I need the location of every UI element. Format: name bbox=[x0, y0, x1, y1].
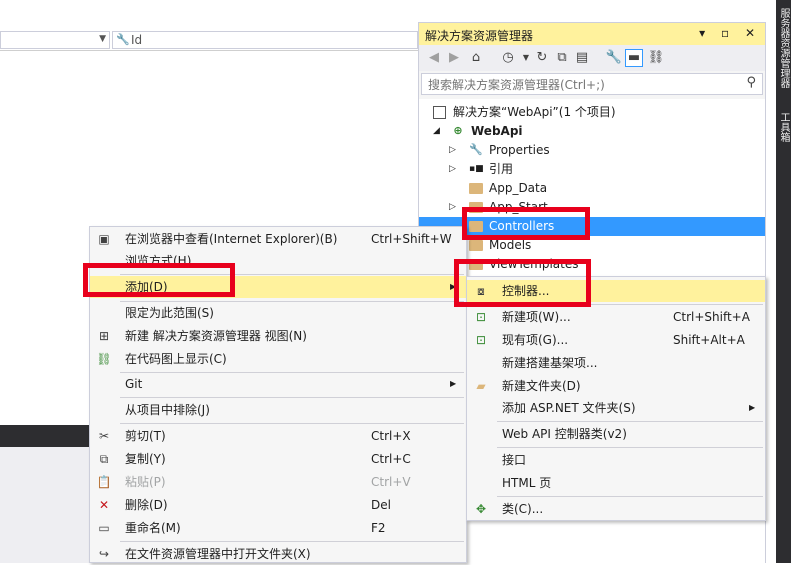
menu-separator bbox=[497, 496, 763, 497]
wrench-icon: 🔧 bbox=[469, 143, 483, 156]
menu-item-show-on-code-map[interactable]: ⛓ 在代码图上显示(C) bbox=[90, 348, 466, 370]
server-explorer-tab[interactable]: 服务器资源管理器 bbox=[778, 8, 789, 88]
submenu-arrow-icon: ▶ bbox=[450, 379, 457, 388]
menu-item-scope-to-this[interactable]: 限定为此范围(S) bbox=[90, 302, 466, 324]
paste-icon: 📋 bbox=[96, 475, 112, 489]
wrench-icon: 🔧 bbox=[116, 33, 130, 46]
references-icon: ▪■ bbox=[469, 164, 484, 174]
open-folder-icon: ↪ bbox=[98, 547, 110, 561]
new-item-icon: ⊡ bbox=[475, 310, 487, 324]
submenu-item-class[interactable]: ✥ 类(C)... bbox=[467, 498, 765, 520]
submenu-item-html-page[interactable]: HTML 页 bbox=[467, 472, 765, 494]
properties-id-field[interactable]: 🔧 Id bbox=[112, 31, 418, 49]
menu-separator bbox=[497, 447, 763, 448]
tree-item-app-data[interactable]: App_Data bbox=[419, 179, 765, 198]
window-buttons[interactable]: ▾ ▫ ✕ bbox=[699, 26, 761, 40]
new-folder-icon: ▰ bbox=[476, 379, 486, 393]
expand-arrow-icon[interactable]: ▷ bbox=[449, 141, 456, 160]
rename-icon: ▭ bbox=[98, 521, 110, 535]
forward-icon[interactable]: ▶ bbox=[445, 49, 463, 67]
menu-item-new-se-view[interactable]: ⊞ 新建 解决方案资源管理器 视图(N) bbox=[90, 325, 466, 347]
properties-object-combo[interactable]: ▼ bbox=[0, 31, 110, 49]
class-icon: ✥ bbox=[475, 502, 487, 516]
menu-separator bbox=[120, 397, 464, 398]
submenu-item-interface[interactable]: 接口 bbox=[467, 449, 765, 471]
tree-item-solution[interactable]: 解决方案“WebApi”(1 个项目) bbox=[419, 103, 765, 122]
menu-item-delete[interactable]: ✕ 删除(D) Del bbox=[90, 494, 466, 516]
pending-changes-filter-icon[interactable]: ◷ bbox=[499, 49, 517, 67]
cut-icon: ✂ bbox=[98, 429, 110, 443]
menu-separator bbox=[497, 421, 763, 422]
menu-item-copy[interactable]: ⧉ 复制(Y) Ctrl+C bbox=[90, 448, 466, 470]
tree-item-references[interactable]: ▷ ▪■ 引用 bbox=[419, 160, 765, 179]
submenu-item-webapi-controller-class[interactable]: Web API 控制器类(v2) bbox=[467, 423, 765, 445]
properties-icon[interactable]: 🔧 bbox=[605, 49, 623, 67]
menu-separator bbox=[120, 541, 464, 542]
menu-item-open-in-file-explorer[interactable]: ↪ 在文件资源管理器中打开文件夹(X) bbox=[90, 543, 466, 565]
folder-icon bbox=[469, 183, 483, 194]
menu-item-rename[interactable]: ▭ 重命名(M) F2 bbox=[90, 517, 466, 539]
submenu-item-existing-item[interactable]: ⊡ 现有项(G)... Shift+Alt+A bbox=[467, 329, 765, 351]
submenu-item-new-item[interactable]: ⊡ 新建项(W)... Ctrl+Shift+A bbox=[467, 306, 765, 328]
expand-arrow-icon[interactable]: ▷ bbox=[449, 160, 456, 179]
tree-item-properties[interactable]: ▷ 🔧 Properties bbox=[419, 141, 765, 160]
show-all-files-icon[interactable]: ▤ bbox=[573, 49, 591, 67]
tree-item-project[interactable]: ◢ ⊕ WebApi bbox=[419, 122, 765, 141]
annotation-box-controllers bbox=[462, 207, 590, 240]
add-submenu: ⧇ 控制器... ⊡ 新建项(W)... Ctrl+Shift+A ⊡ 现有项(… bbox=[466, 276, 766, 521]
sync-icon[interactable]: ↻ bbox=[533, 49, 551, 67]
menu-item-exclude-from-project[interactable]: 从项目中排除(J) bbox=[90, 399, 466, 421]
toolbox-tab[interactable]: 工具箱 bbox=[778, 112, 789, 142]
side-tab-strip: 服务器资源管理器 工具箱 bbox=[776, 0, 791, 563]
solution-explorer-search[interactable]: ⚲ bbox=[421, 73, 763, 95]
solution-explorer-titlebar: 解决方案资源管理器 ▾ ▫ ✕ bbox=[419, 23, 765, 45]
submenu-item-add-aspnet-folder[interactable]: 添加 ASP.NET 文件夹(S) ▶ bbox=[467, 397, 765, 419]
chevron-down-icon[interactable]: ▼ bbox=[99, 34, 106, 44]
menu-item-view-in-browser[interactable]: ▣ 在浏览器中查看(Internet Explorer)(B) Ctrl+Shi… bbox=[90, 228, 466, 250]
class-diagram-icon[interactable]: ⛓ bbox=[647, 49, 665, 67]
search-input[interactable] bbox=[426, 76, 730, 94]
submenu-item-new-scaffolded-item[interactable]: 新建搭建基架项... bbox=[467, 352, 765, 374]
properties-id-label: Id bbox=[131, 33, 143, 47]
folder-icon bbox=[469, 240, 483, 251]
expand-arrow-icon[interactable]: ▷ bbox=[449, 198, 456, 217]
annotation-box-add bbox=[83, 263, 235, 297]
menu-item-git[interactable]: Git ▶ bbox=[90, 373, 466, 395]
solution-icon bbox=[433, 106, 446, 119]
copy-icon: ⧉ bbox=[99, 452, 109, 466]
search-icon[interactable]: ⚲ bbox=[746, 75, 756, 90]
submenu-item-new-folder[interactable]: ▰ 新建文件夹(D) bbox=[467, 375, 765, 397]
home-icon[interactable]: ⌂ bbox=[467, 49, 485, 67]
browser-icon: ▣ bbox=[98, 232, 110, 246]
new-view-icon: ⊞ bbox=[98, 329, 110, 343]
solution-explorer-toolbar: ◀ ▶ ⌂ ◷ ▼ ↻ ⧉ ▤ 🔧 ▬ ⛓ bbox=[419, 45, 765, 71]
delete-icon: ✕ bbox=[98, 498, 110, 512]
collapse-arrow-icon[interactable]: ◢ bbox=[433, 122, 440, 141]
collapse-all-icon[interactable]: ⧉ bbox=[553, 49, 571, 67]
existing-item-icon: ⊡ bbox=[475, 333, 487, 347]
web-project-icon: ⊕ bbox=[453, 124, 463, 137]
menu-separator bbox=[120, 423, 464, 424]
code-map-icon: ⛓ bbox=[96, 352, 112, 366]
menu-item-paste[interactable]: 📋 粘贴(P) Ctrl+V bbox=[90, 471, 466, 493]
solution-explorer-title: 解决方案资源管理器 bbox=[425, 29, 534, 43]
annotation-box-controller-item bbox=[454, 259, 591, 307]
back-icon[interactable]: ◀ bbox=[425, 49, 443, 67]
preview-selected-icon[interactable]: ▬ bbox=[625, 49, 643, 67]
submenu-arrow-icon: ▶ bbox=[749, 403, 756, 412]
menu-item-cut[interactable]: ✂ 剪切(T) Ctrl+X bbox=[90, 425, 466, 447]
